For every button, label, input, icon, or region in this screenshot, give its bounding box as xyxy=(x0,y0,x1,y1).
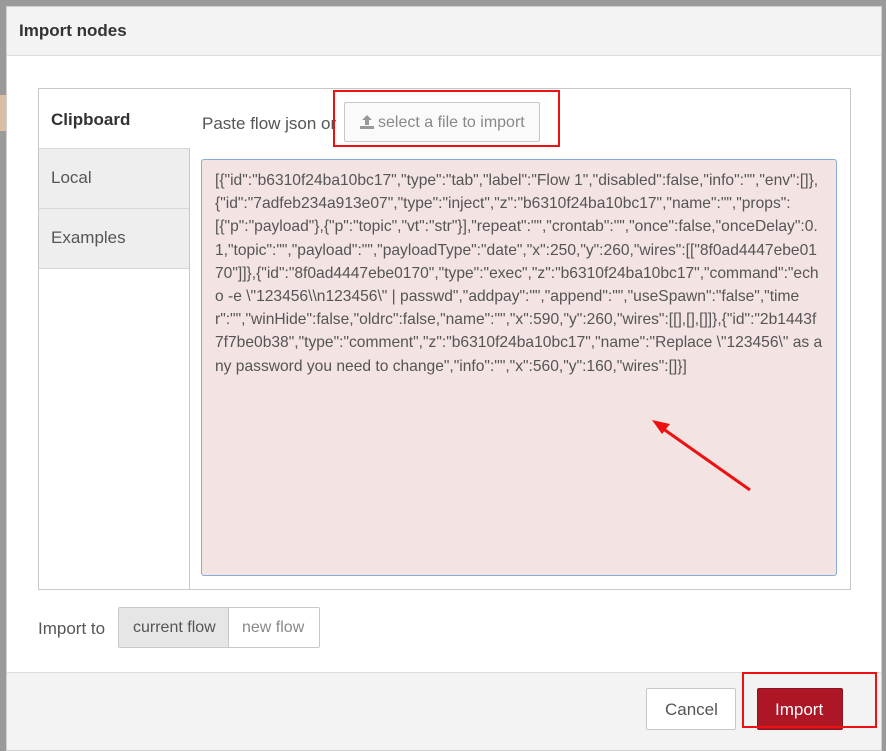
cancel-button[interactable]: Cancel xyxy=(646,688,736,730)
tab-clipboard[interactable]: Clipboard xyxy=(39,89,190,149)
tab-local[interactable]: Local xyxy=(39,149,189,209)
current-flow-label: current flow xyxy=(133,619,216,636)
cancel-label: Cancel xyxy=(665,700,718,719)
dialog-title: Import nodes xyxy=(19,21,127,40)
flow-json-textarea[interactable]: [{"id":"b6310f24ba10bc17","type":"tab","… xyxy=(201,159,837,576)
current-flow-button[interactable]: current flow xyxy=(118,607,229,648)
paste-flow-label: Paste flow json or xyxy=(202,114,337,133)
import-label: Import xyxy=(775,700,824,719)
tab-local-label: Local xyxy=(51,168,92,187)
tab-clipboard-label: Clipboard xyxy=(51,110,131,129)
import-to-label: Import to xyxy=(38,619,106,638)
tab-examples[interactable]: Examples xyxy=(39,209,189,269)
dialog-titlebar: Import nodes xyxy=(7,7,881,56)
import-panel: Clipboard Local Examples Paste flow json… xyxy=(38,88,851,590)
select-file-button[interactable]: select a file to import xyxy=(344,102,540,142)
import-dialog: Import nodes Clipboard Local Examples Pa… xyxy=(6,6,882,751)
new-flow-button[interactable]: new flow xyxy=(228,607,320,648)
tab-examples-label: Examples xyxy=(51,228,126,247)
import-button[interactable]: Import xyxy=(757,688,843,730)
select-file-label: select a file to import xyxy=(378,114,525,131)
upload-icon xyxy=(360,115,374,129)
dialog-footer: Cancel Import xyxy=(7,672,881,750)
import-source-tabs: Clipboard Local Examples xyxy=(39,89,190,589)
new-flow-label: new flow xyxy=(242,619,305,636)
